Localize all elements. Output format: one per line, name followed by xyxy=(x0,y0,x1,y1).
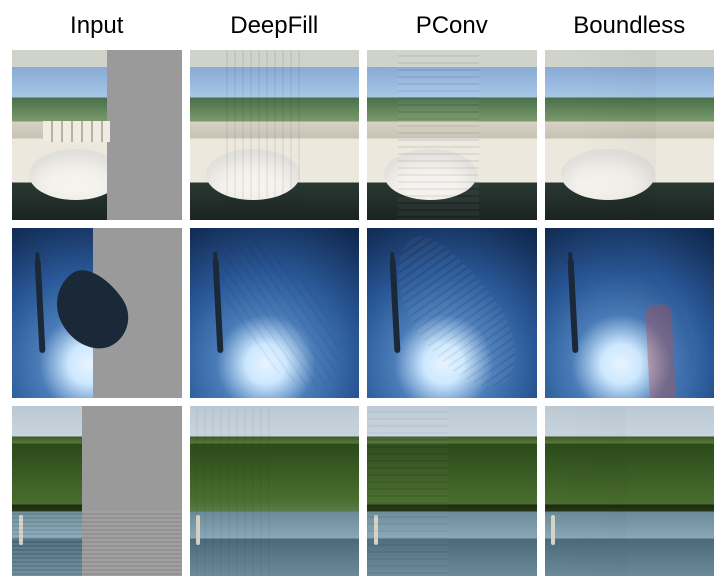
deepfill-output-underwater xyxy=(190,228,360,398)
pconv-output-bathroom xyxy=(367,50,537,220)
boundless-output-bathroom xyxy=(545,50,715,220)
cell-boundless-3 xyxy=(541,406,719,576)
pconv-output-underwater xyxy=(367,228,537,398)
cell-deepfill-3 xyxy=(186,406,364,576)
input-mask xyxy=(107,50,182,220)
input-image-river xyxy=(12,406,182,576)
boundless-output-river xyxy=(545,406,715,576)
col-header-boundless: Boundless xyxy=(541,8,719,44)
comparison-figure: Input DeepFill PConv Boundless xyxy=(8,8,718,584)
input-image-underwater xyxy=(12,228,182,398)
cell-input-2 xyxy=(8,228,186,398)
cell-pconv-2 xyxy=(363,228,541,398)
col-header-deepfill: DeepFill xyxy=(186,8,364,44)
input-image-bathroom xyxy=(12,50,182,220)
cell-boundless-2 xyxy=(541,228,719,398)
cell-deepfill-2 xyxy=(186,228,364,398)
col-header-input: Input xyxy=(8,8,186,44)
cell-pconv-1 xyxy=(363,50,541,220)
cell-input-3 xyxy=(8,406,186,576)
cell-deepfill-1 xyxy=(186,50,364,220)
input-mask xyxy=(93,228,181,398)
pconv-output-river xyxy=(367,406,537,576)
boundless-output-underwater xyxy=(545,228,715,398)
deepfill-output-bathroom xyxy=(190,50,360,220)
input-mask xyxy=(82,406,182,576)
cell-input-1 xyxy=(8,50,186,220)
column-headers: Input DeepFill PConv Boundless xyxy=(8,8,718,44)
col-header-pconv: PConv xyxy=(363,8,541,44)
cell-boundless-1 xyxy=(541,50,719,220)
cell-pconv-3 xyxy=(363,406,541,576)
figure-row-1 xyxy=(8,50,718,220)
figure-row-3 xyxy=(8,406,718,576)
figure-row-2 xyxy=(8,228,718,398)
deepfill-output-river xyxy=(190,406,360,576)
